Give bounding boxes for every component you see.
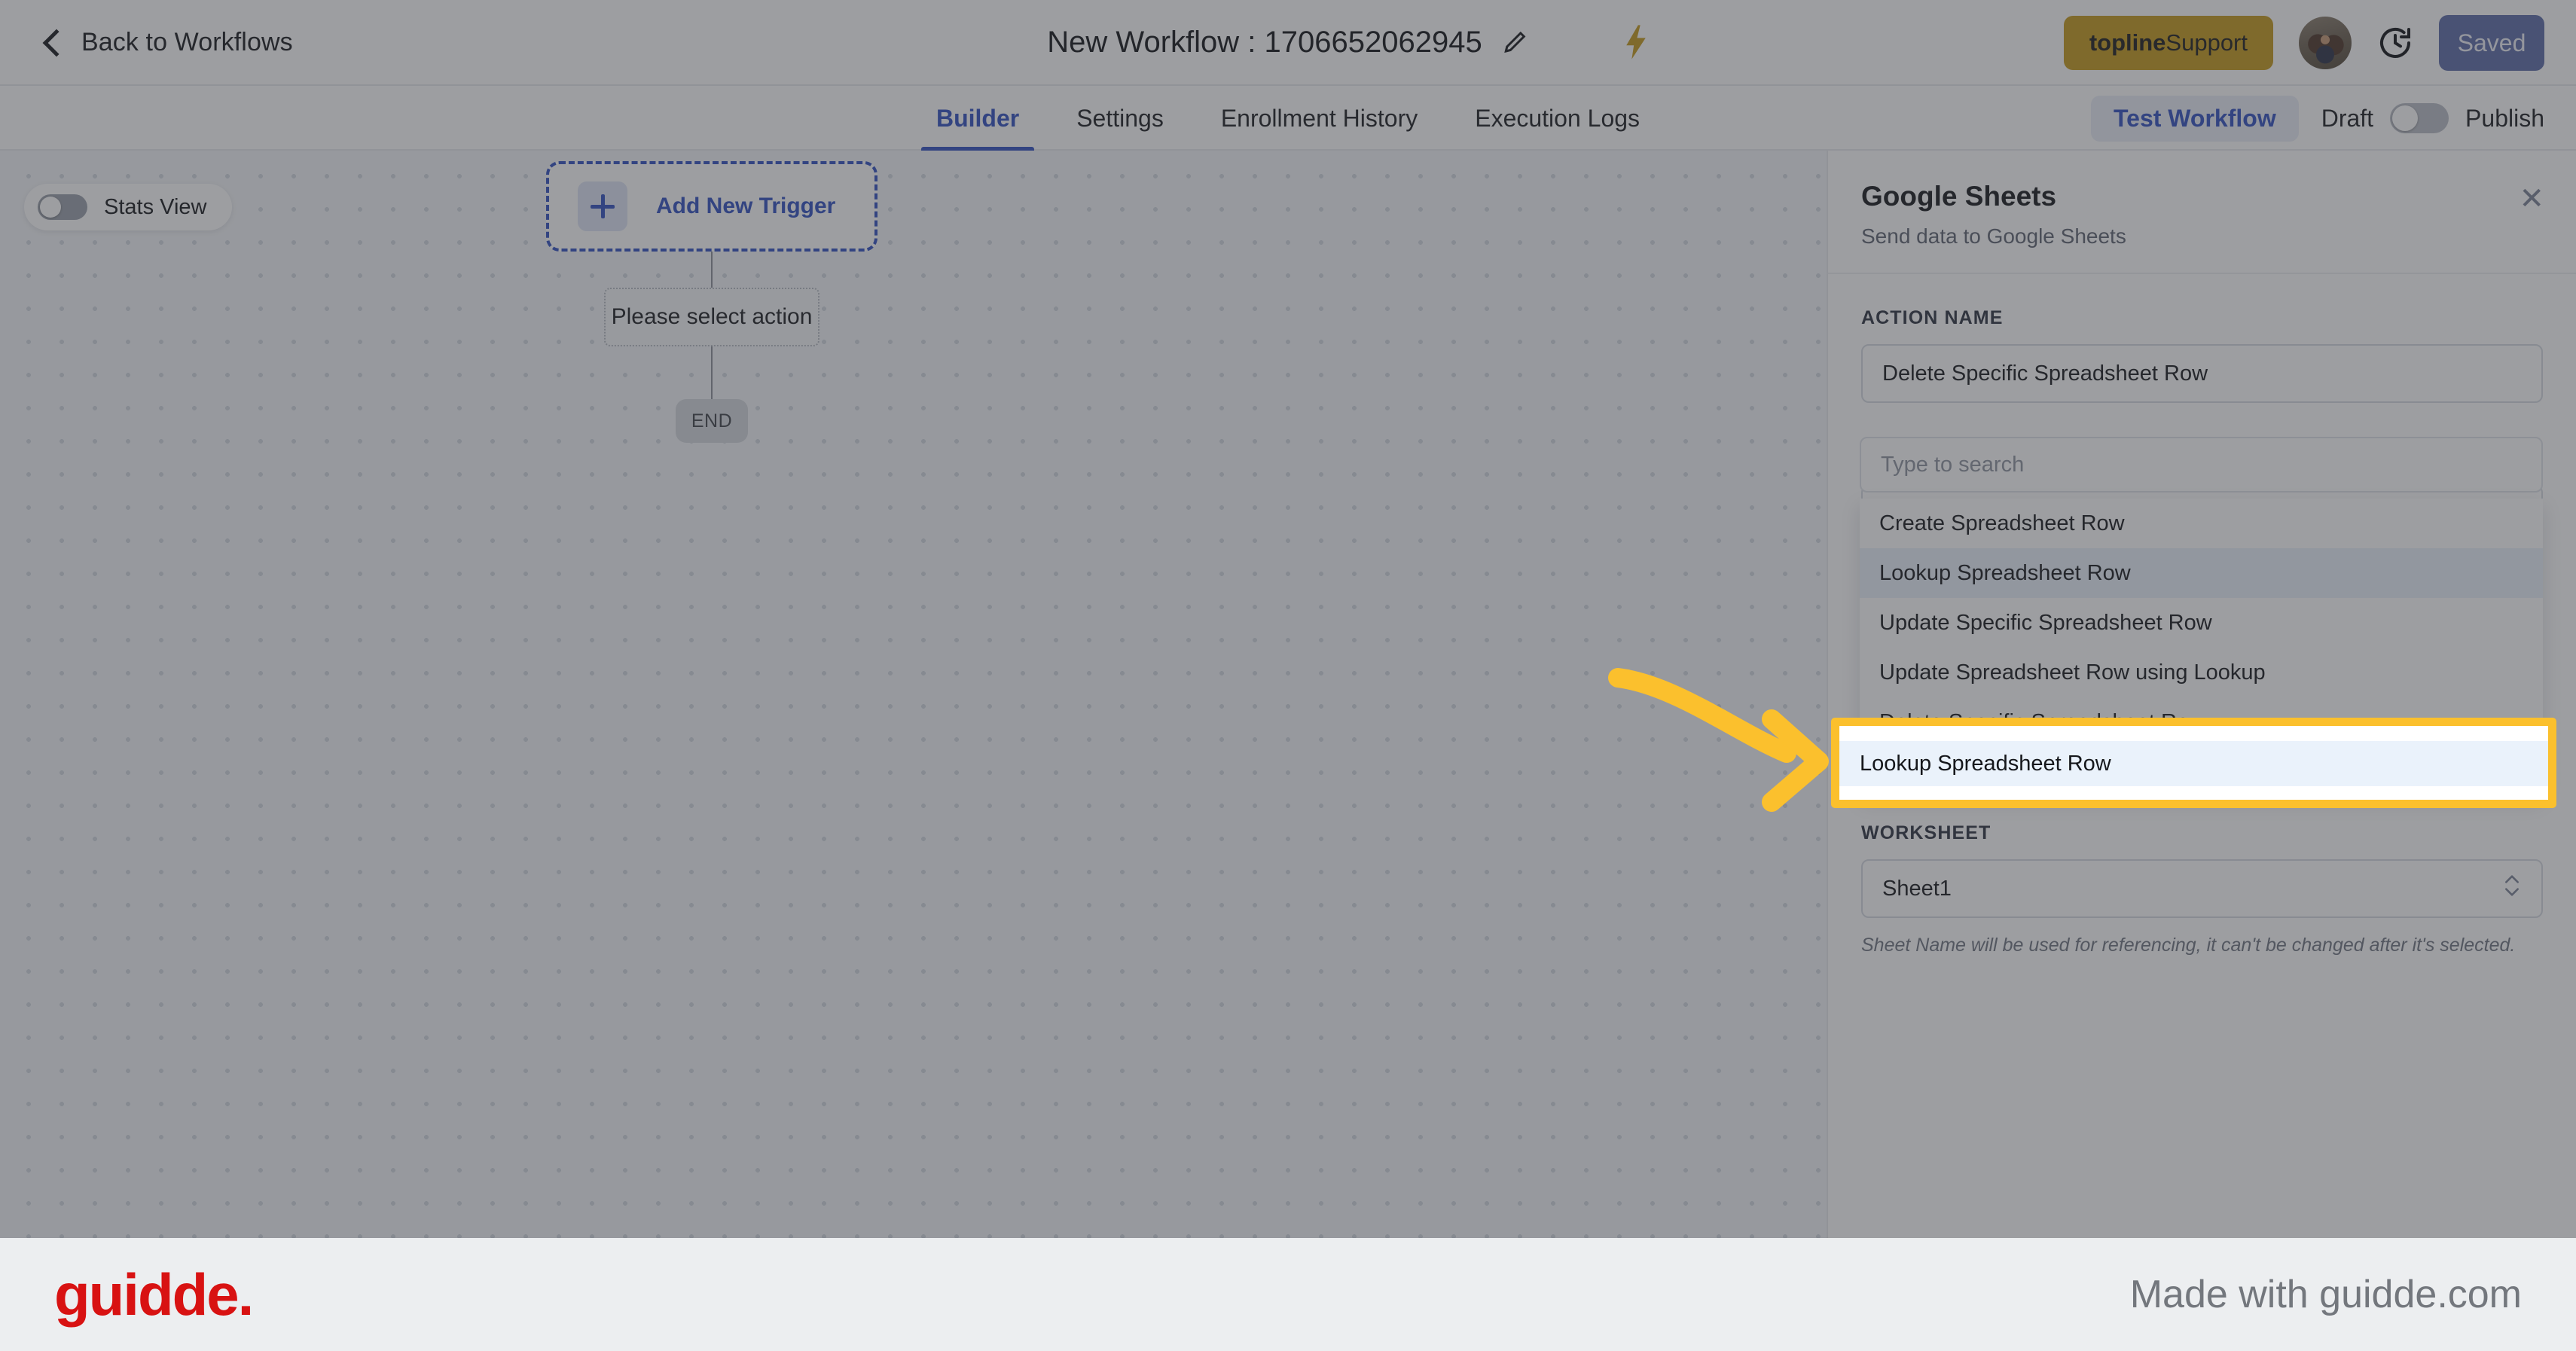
topline-support-button[interactable]: topline Support xyxy=(2063,16,2273,70)
stats-view-label: Stats View xyxy=(104,194,207,219)
worksheet-label: WORKSHEET xyxy=(1861,822,1992,843)
top-bar: Back to Workflows New Workflow : 1706652… xyxy=(0,0,2576,86)
tab-enrollment-history[interactable]: Enrollment History xyxy=(1192,86,1446,151)
back-to-workflows-label: Back to Workflows xyxy=(81,27,293,56)
worksheet-hint: Sheet Name will be used for referencing,… xyxy=(1861,935,2516,956)
dropdown-option-list[interactable]: Create Spreadsheet Row Lookup Spreadshee… xyxy=(1860,499,2543,795)
lightning-bolt-icon[interactable] xyxy=(1623,23,1649,62)
made-with-guidde-label: Made with guidde.com xyxy=(2129,1273,2522,1316)
dropdown-option-create-spreadsheet-row[interactable]: Create Spreadsheet Row xyxy=(1860,499,2543,548)
action-name-input[interactable]: Delete Specific Spreadsheet Row xyxy=(1861,344,2543,403)
tab-bar-actions: Test Workflow Draft Publish xyxy=(2090,86,2544,151)
select-action-node[interactable]: Please select action xyxy=(604,288,819,346)
action-name-label: ACTION NAME xyxy=(1861,307,2004,328)
save-button[interactable]: Saved xyxy=(2439,15,2544,71)
publish-label: Publish xyxy=(2465,104,2544,132)
workflow-title-group: New Workflow : 1706652062945 xyxy=(1047,26,1528,59)
publish-toggle[interactable] xyxy=(2390,103,2449,133)
stats-view-switch[interactable] xyxy=(38,194,87,220)
end-node: END xyxy=(676,399,748,443)
add-new-trigger-label: Add New Trigger xyxy=(656,194,836,218)
panel-title: Google Sheets xyxy=(1861,181,2057,212)
publish-toggle-knob xyxy=(2392,105,2419,131)
dropdown-option-delete-spreadsheet-row-using-lookup[interactable]: Delete Spreadsheet Row using Lookup xyxy=(1860,747,2543,795)
dropdown-option-lookup-spreadsheet-row[interactable]: Lookup Spreadsheet Row xyxy=(1860,548,2543,598)
plus-icon xyxy=(578,181,627,231)
close-icon[interactable]: ✕ xyxy=(2519,184,2544,214)
stats-view-knob xyxy=(40,197,61,218)
worksheet-select-value: Sheet1 xyxy=(1882,876,1952,901)
page-title: New Workflow : 1706652062945 xyxy=(1047,25,1482,59)
worksheet-stepper-icon xyxy=(2502,871,2522,907)
draft-publish-group: Draft Publish xyxy=(2321,103,2544,133)
add-new-trigger-button[interactable]: Add New Trigger xyxy=(546,161,877,252)
worksheet-select[interactable]: Sheet1 xyxy=(1861,859,2543,918)
tab-bar: Builder Settings Enrollment History Exec… xyxy=(0,86,2576,151)
workflow-flow: Add New Trigger Please select action END xyxy=(508,151,915,443)
pencil-icon[interactable] xyxy=(1502,29,1529,56)
dropdown-option-update-spreadsheet-row-using-lookup[interactable]: Update Spreadsheet Row using Lookup xyxy=(1860,648,2543,697)
workflow-tabs: Builder Settings Enrollment History Exec… xyxy=(908,86,1668,151)
stats-view-toggle[interactable]: Stats View xyxy=(24,184,233,230)
chevron-left-icon xyxy=(42,29,71,56)
tab-settings[interactable]: Settings xyxy=(1048,86,1192,151)
tab-execution-logs[interactable]: Execution Logs xyxy=(1446,86,1668,151)
back-to-workflows-button[interactable]: Back to Workflows xyxy=(42,27,293,57)
workflow-canvas[interactable]: Stats View Add New Trigger Please select… xyxy=(0,151,1827,1351)
support-text-label: Support xyxy=(2165,29,2248,56)
draft-label: Draft xyxy=(2321,104,2374,132)
panel-header: Google Sheets Send data to Google Sheets… xyxy=(1828,151,2576,274)
app-root: Back to Workflows New Workflow : 1706652… xyxy=(0,0,2576,1351)
connector-line-bottom xyxy=(711,346,713,399)
guidde-footer: guidde. Made with guidde.com xyxy=(0,1238,2576,1351)
clock-history-icon[interactable] xyxy=(2377,25,2413,61)
panel-subtitle: Send data to Google Sheets xyxy=(1861,224,2126,248)
top-bar-actions: topline Support Saved xyxy=(2063,0,2544,86)
dropdown-option-delete-specific-spreadsheet-row[interactable]: Delete Specific Spreadsheet Row xyxy=(1860,697,2543,747)
test-workflow-button[interactable]: Test Workflow xyxy=(2090,95,2299,142)
tab-builder[interactable]: Builder xyxy=(908,86,1048,151)
avatar[interactable] xyxy=(2299,17,2352,69)
support-brand-label: topline xyxy=(2089,29,2166,56)
guidde-logo: guidde. xyxy=(54,1261,254,1328)
dropdown-option-update-specific-spreadsheet-row[interactable]: Update Specific Spreadsheet Row xyxy=(1860,598,2543,648)
dropdown-search-input[interactable]: Type to search xyxy=(1860,437,2543,493)
